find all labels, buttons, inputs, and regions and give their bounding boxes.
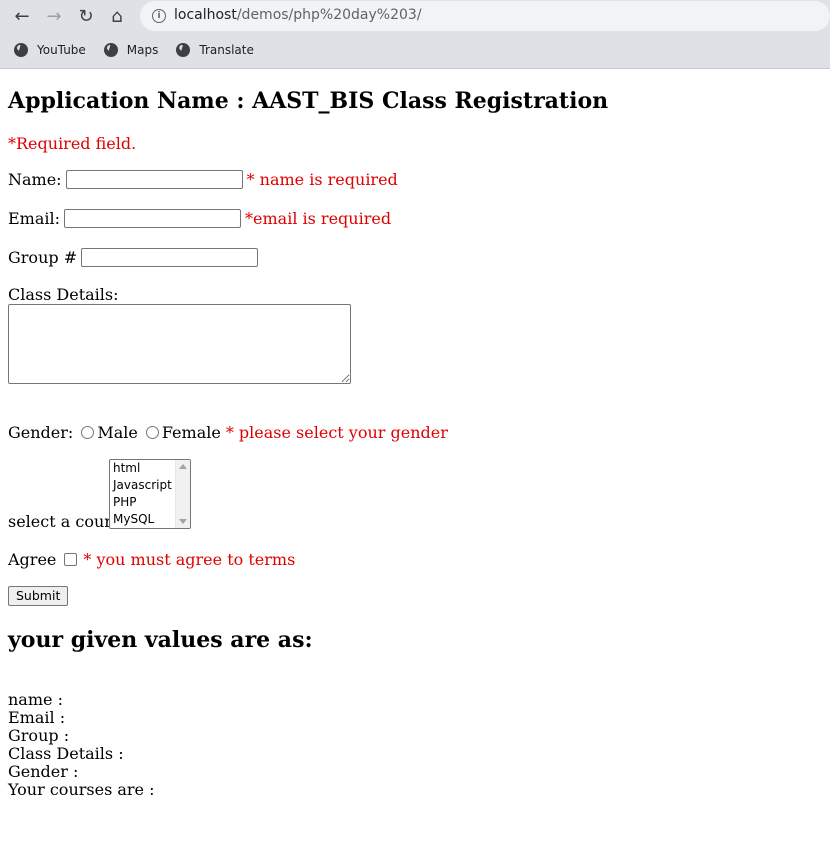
result-name: name : [8, 690, 63, 709]
submit-button[interactable]: Submit [8, 586, 69, 606]
email-input[interactable] [64, 208, 242, 228]
globe-icon [103, 43, 118, 57]
gender-row: Gender: Male Female * please select your… [8, 420, 448, 444]
browser-chrome: ← → ↻ ⌂ i localhost/demos/php%20day%203/… [0, 0, 830, 69]
bookmark-youtube[interactable]: YouTube [14, 43, 86, 57]
result-class-details: Class Details : [8, 744, 124, 763]
globe-icon [176, 43, 191, 57]
male-radio[interactable] [81, 425, 95, 439]
results-heading: your given values are as: [8, 627, 313, 653]
group-row: Group # [8, 245, 262, 269]
name-row: Name: * name is required [8, 167, 398, 191]
back-arrow-icon[interactable]: ← [11, 5, 33, 27]
group-input[interactable] [81, 247, 259, 267]
required-note: *Required field. [8, 133, 137, 153]
name-input[interactable] [65, 169, 243, 189]
result-email: Email : [8, 708, 66, 727]
scroll-down-icon[interactable] [179, 519, 187, 524]
female-label: Female [161, 422, 221, 442]
agree-checkbox[interactable] [64, 552, 78, 566]
group-label: Group # [8, 247, 78, 267]
email-error: *email is required [245, 208, 392, 228]
home-icon[interactable]: ⌂ [106, 5, 128, 27]
bookmark-translate[interactable]: Translate [176, 43, 254, 57]
address-bar[interactable]: i localhost/demos/php%20day%203/ [140, 1, 830, 31]
male-label: Male [97, 422, 138, 442]
scroll-up-icon[interactable] [179, 464, 187, 469]
result-group: Group : [8, 726, 70, 745]
course-scrollbar[interactable] [175, 460, 190, 528]
bookmarks-bar: YouTube Maps Translate [0, 36, 258, 64]
email-row: Email: *email is required [8, 206, 391, 230]
agree-row: Agree * you must agree to terms [8, 547, 295, 571]
page-title: Application Name : AAST_BIS Class Regist… [8, 88, 609, 114]
agree-error: * you must agree to terms [83, 549, 296, 569]
site-info-icon[interactable]: i [152, 9, 166, 23]
result-gender: Gender : [8, 762, 79, 781]
globe-icon [14, 43, 28, 57]
course-select[interactable]: html Javascript PHP MySQL [109, 459, 191, 529]
email-label: Email: [8, 208, 61, 228]
url-text: localhost/demos/php%20day%203/ [174, 7, 422, 23]
class-details-label: Class Details: [8, 284, 119, 304]
bookmark-maps[interactable]: Maps [103, 43, 158, 57]
class-details-textarea[interactable] [8, 304, 351, 384]
reload-icon[interactable]: ↻ [75, 5, 97, 27]
name-error: * name is required [246, 169, 398, 189]
result-courses: Your courses are : [8, 780, 155, 799]
gender-label: Gender: [8, 422, 74, 442]
agree-label: Agree [8, 549, 57, 569]
results-list: name : Email : Group : Class Details : G… [8, 691, 155, 799]
forward-arrow-icon[interactable]: → [43, 5, 65, 27]
gender-error: * please select your gender [225, 422, 448, 442]
female-radio[interactable] [145, 425, 159, 439]
name-label: Name: [8, 169, 62, 189]
